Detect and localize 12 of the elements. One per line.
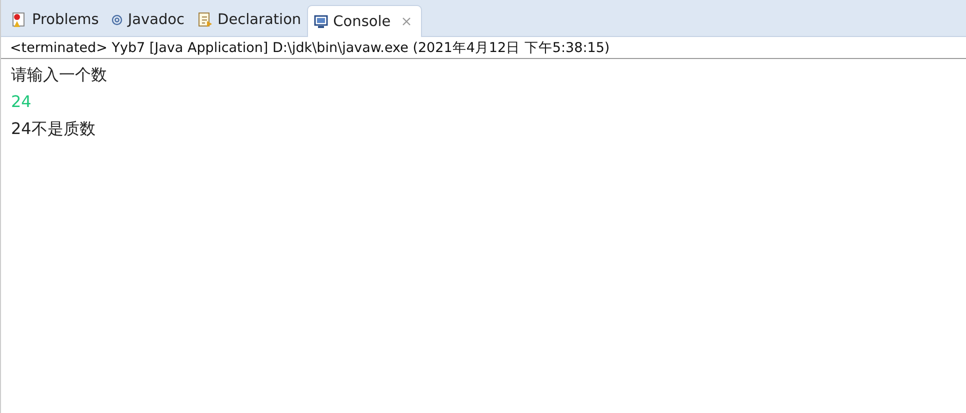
tab[interactable]: Problems xyxy=(5,5,105,34)
close-icon[interactable] xyxy=(402,17,411,26)
tab[interactable]: Javadoc xyxy=(104,5,191,34)
document-icon xyxy=(196,12,213,28)
monitor-icon xyxy=(314,14,328,28)
console-line: 24不是质数 xyxy=(11,118,96,140)
ring-icon xyxy=(110,14,123,26)
tab[interactable]: Declaration xyxy=(190,5,308,34)
console-line: 24 xyxy=(11,91,32,113)
tab[interactable]: Console xyxy=(307,5,422,37)
problems-icon xyxy=(11,12,27,28)
console-line: 请输入一个数 xyxy=(11,64,107,86)
